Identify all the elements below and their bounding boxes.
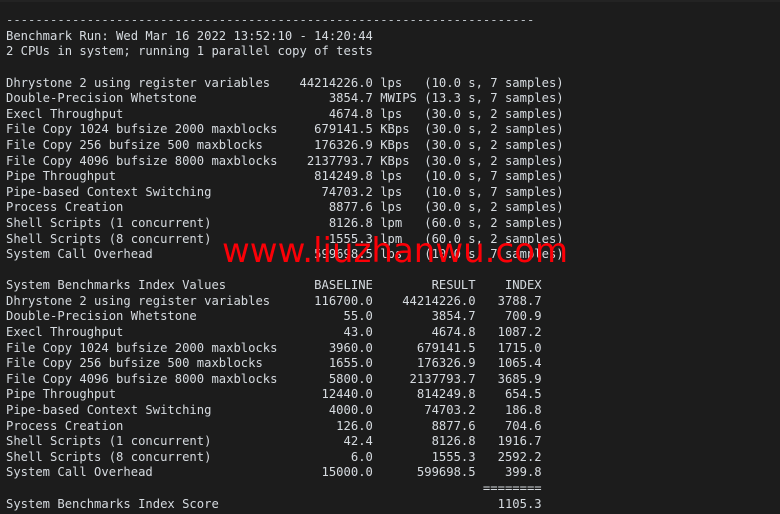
console-line: Shell Scripts (1 concurrent) 42.4 8126.8… <box>6 434 542 449</box>
console-line: Double-Precision Whetstone 3854.7 MWIPS … <box>6 91 564 106</box>
console-line: Execl Throughput 4674.8 lps (30.0 s, 2 s… <box>6 106 564 121</box>
console-line: Pipe Throughput 814249.8 lps (10.0 s, 7 … <box>6 169 564 184</box>
console-line: Pipe-based Context Switching 74703.2 lps… <box>6 184 564 199</box>
console-line: System Call Overhead 15000.0 599698.5 39… <box>6 465 542 480</box>
console-line: File Copy 1024 bufsize 2000 maxblocks 67… <box>6 122 564 137</box>
console-line: Process Creation 8877.6 lps (30.0 s, 2 s… <box>6 200 564 215</box>
console-line: Dhrystone 2 using register variables 442… <box>6 75 564 90</box>
terminal-window: ----------------------------------------… <box>0 0 780 514</box>
console-line: 2 CPUs in system; running 1 parallel cop… <box>6 44 373 59</box>
console-line: Execl Throughput 43.0 4674.8 1087.2 <box>6 325 542 340</box>
console-line: ----------------------------------------… <box>6 13 535 28</box>
console-line: Benchmark Run: Wed Mar 16 2022 13:52:10 … <box>6 28 373 43</box>
console-line: Process Creation 126.0 8877.6 704.6 <box>6 418 542 433</box>
console-line: File Copy 1024 bufsize 2000 maxblocks 39… <box>6 340 542 355</box>
console-line: File Copy 256 bufsize 500 maxblocks 1655… <box>6 356 542 371</box>
console-line: Dhrystone 2 using register variables 116… <box>6 293 542 308</box>
console-output: ----------------------------------------… <box>6 13 564 514</box>
console-line: ======== <box>6 481 542 495</box>
console-line: File Copy 4096 bufsize 8000 maxblocks 58… <box>6 371 542 386</box>
console-line: Shell Scripts (1 concurrent) 8126.8 lpm … <box>6 215 564 230</box>
console-line: Double-Precision Whetstone 55.0 3854.7 7… <box>6 309 542 324</box>
console-line: System Call Overhead 599698.5 lps (10.0 … <box>6 247 564 262</box>
console-line: Pipe Throughput 12440.0 814249.8 654.5 <box>6 387 542 402</box>
console-line: System Benchmarks Index Score 1105.3 <box>6 496 542 511</box>
console-line: System Benchmarks Index Values BASELINE … <box>6 278 542 293</box>
window-top-edge <box>0 0 780 2</box>
console-line: File Copy 256 bufsize 500 maxblocks 1763… <box>6 137 564 152</box>
console-line: File Copy 4096 bufsize 8000 maxblocks 21… <box>6 153 564 168</box>
console-line: Shell Scripts (8 concurrent) 1555.3 lpm … <box>6 231 564 246</box>
console-line: Pipe-based Context Switching 4000.0 7470… <box>6 403 542 418</box>
console-line: Shell Scripts (8 concurrent) 6.0 1555.3 … <box>6 449 542 464</box>
